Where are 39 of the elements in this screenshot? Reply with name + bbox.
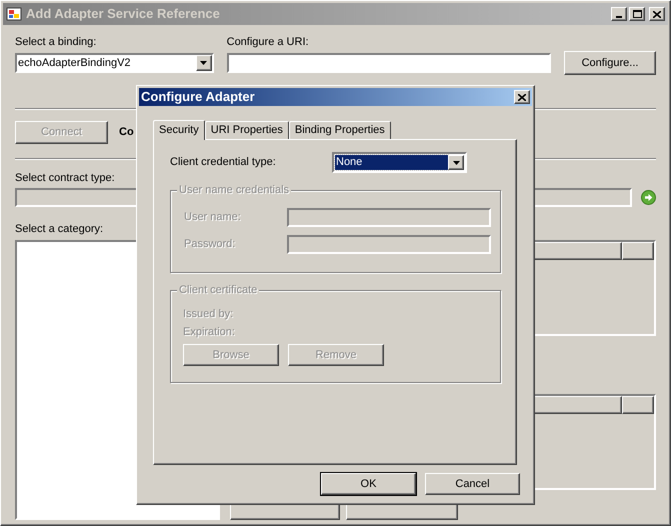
maximize-icon	[632, 10, 642, 18]
close-button[interactable]	[514, 90, 530, 104]
column-header[interactable]	[622, 396, 654, 414]
credential-type-label: Client credential type:	[170, 155, 277, 170]
dropdown-button[interactable]	[196, 55, 212, 71]
uri-label: Configure a URI:	[226, 35, 310, 49]
dropdown-arrow-icon	[200, 61, 208, 65]
certificate-info-label: Expiration:	[183, 325, 236, 340]
tab[interactable]: URI Properties	[204, 121, 289, 139]
credential-type-value: None	[335, 155, 448, 170]
credential-type-dropdown[interactable]: None	[332, 152, 467, 173]
tab[interactable]: Binding Properties	[288, 121, 391, 139]
category-label: Select a category:	[15, 222, 104, 236]
dialog-button[interactable]: OK	[321, 473, 416, 495]
configure-button[interactable]: Configure...	[564, 51, 656, 75]
connection-status: Co	[119, 125, 134, 140]
maximize-button[interactable]	[629, 7, 645, 21]
certificate-info-label: Issued by:	[183, 307, 234, 322]
window-title: Add Adapter Service Reference	[26, 5, 220, 24]
minimize-button[interactable]	[611, 7, 627, 21]
dropdown-arrow-icon	[452, 160, 460, 164]
close-button[interactable]	[649, 7, 665, 21]
field-label: User name:	[184, 210, 242, 226]
dialog-title: Configure Adapter	[141, 88, 255, 106]
binding-dropdown[interactable]: echoAdapterBindingV2	[15, 53, 214, 73]
column-header[interactable]	[622, 242, 654, 260]
uri-field[interactable]	[226, 53, 551, 73]
contract-type-label: Select contract type:	[15, 171, 116, 185]
arrow-right-icon[interactable]	[641, 190, 656, 205]
dropdown-button[interactable]	[448, 155, 464, 170]
dialog-button[interactable]: Cancel	[425, 473, 520, 495]
tab[interactable]: Security	[153, 120, 205, 140]
field-label: Password:	[184, 237, 236, 252]
minimize-icon	[616, 16, 622, 18]
app-icon	[6, 6, 22, 22]
binding-value: echoAdapterBindingV2	[17, 56, 132, 71]
close-icon	[653, 10, 661, 18]
close-icon	[518, 94, 526, 100]
binding-label: Select a binding:	[15, 35, 98, 49]
